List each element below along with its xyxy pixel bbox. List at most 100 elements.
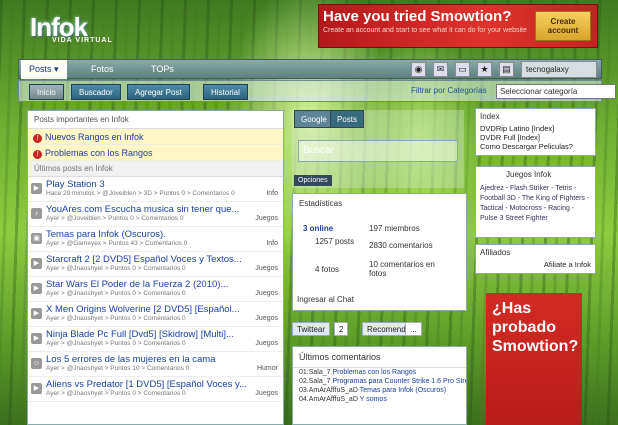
comment-post[interactable]: Temas para Infok (Oscuros) xyxy=(360,387,446,394)
search-box: Google Posts Buscar Opciones xyxy=(292,110,464,188)
nav-inicio-button[interactable]: Inicio xyxy=(29,84,64,100)
search-tab-google[interactable]: Google xyxy=(294,110,334,128)
games-list[interactable]: Ajedrez - Flash Striker - Tetris - Footb… xyxy=(476,182,595,226)
comments-header: Últimos comentarios xyxy=(293,347,466,368)
comment-item[interactable]: 02.Sala_7 Programas para Counter Strike … xyxy=(293,377,466,386)
post-row[interactable]: ▣ Temas para Infok (Oscuros). Ayer > @Game… xyxy=(28,227,283,252)
smowtion-banner[interactable]: Have you tried Smowtion? Create an accou… xyxy=(318,4,598,48)
tab-posts[interactable]: Posts ▾ xyxy=(21,60,67,79)
post-row[interactable]: ▶ X Men Origins Wolverine [2 DVD5] [Españ… xyxy=(28,302,283,327)
post-meta: Ayer > @Jnaoshyet > Puntos 0 > Comentari… xyxy=(46,290,186,297)
tab-tops[interactable]: TOPs xyxy=(143,60,182,79)
post-meta: Ayer > @Jnaoshyet > Puntos 0 > Comentari… xyxy=(46,390,186,397)
search-tab-posts[interactable]: Posts xyxy=(330,110,365,128)
important-post[interactable]: ! Problemas con los Rangos xyxy=(28,145,283,161)
post-title[interactable]: Los 5 errores de las mujeres en la cama xyxy=(46,354,279,365)
post-title[interactable]: Starcraft 2 [2 DVD5] Español Voces y Tex… xyxy=(46,254,279,265)
posts-panel: Posts importantes en Infok ! Nuevos Rango… xyxy=(27,110,284,425)
important-post[interactable]: ! Nuevos Rangos en Infok xyxy=(28,129,283,145)
twitter-button[interactable]: Twittear xyxy=(292,322,331,336)
post-list: ▶ Play Station 3 Hace 29 minutos > @Joveib… xyxy=(28,177,283,402)
category-icon: ▶ xyxy=(31,283,42,294)
comment-user: 04.AmArAfffuS_aD xyxy=(299,396,358,403)
comment-user: 02.Sala_7 xyxy=(299,378,331,385)
category-icon: ▣ xyxy=(31,233,42,244)
comment-post[interactable]: Problemas con los Rangos xyxy=(332,369,416,376)
stat-online[interactable]: 3 online xyxy=(303,224,333,233)
search-input[interactable]: Buscar xyxy=(298,140,458,162)
post-title[interactable]: Temas para Infok (Oscuros). xyxy=(46,229,279,240)
search-options-button[interactable]: Opciones xyxy=(294,175,332,186)
index-link[interactable]: DVDR Full [Index] xyxy=(476,133,595,142)
eye-icon[interactable]: ◉ xyxy=(411,62,426,77)
stats-panel: Estadísticas 3 online 197 miembros 1257 … xyxy=(292,193,467,311)
affiliate-link[interactable]: Afiliate a Infok xyxy=(476,260,595,269)
post-title[interactable]: YouAres.com Escucha musica sin tener que… xyxy=(46,204,279,215)
user-menu[interactable]: tecnogalaxy xyxy=(521,61,597,78)
category-icon: ▶ xyxy=(31,383,42,394)
mail-icon[interactable]: ✉ xyxy=(433,62,448,77)
post-category: Info xyxy=(266,190,278,197)
index-title: Index xyxy=(480,112,500,121)
comment-item[interactable]: 01.Sala_7 Problemas con los Rangos xyxy=(293,368,466,377)
tab-fotos[interactable]: Fotos xyxy=(83,60,122,79)
comment-post[interactable]: Y somos xyxy=(360,396,387,403)
top-tab-bar: Posts ▾ Fotos TOPs ◉ ✉ ▭ ★ ▤ tecnogalaxy xyxy=(18,59,602,79)
post-meta: Ayer > @Jnaoshyet > Puntos 10 > Comentar… xyxy=(46,365,190,372)
category-select[interactable]: Seleccionar categoría xyxy=(496,84,616,99)
create-account-button[interactable]: Create account xyxy=(535,11,591,41)
category-icon: ▶ xyxy=(31,183,42,194)
document-icon[interactable]: ▤ xyxy=(499,62,514,77)
index-link[interactable]: Como Descargar Peliculas? xyxy=(476,142,595,151)
nav-bar: Inicio Buscador Agregar Post Historial F… xyxy=(18,80,616,102)
smowtion-ad[interactable]: ¿Has probado Smowtion? xyxy=(486,293,582,425)
post-title[interactable]: Star Wars El Poder de la Fuerza 2 (2010)… xyxy=(46,279,279,290)
post-title[interactable]: Aliens vs Predator [1 DVD5] [Español Voc… xyxy=(46,379,279,390)
post-title[interactable]: Play Station 3 xyxy=(46,179,279,190)
stats-header: Estadísticas xyxy=(299,199,343,208)
comment-item[interactable]: 03.AmArAfffuS_aD Temas para Infok (Oscur… xyxy=(293,386,466,395)
filter-categories-link[interactable]: Filtrar por Categorías xyxy=(411,86,487,95)
nav-agregar-post-button[interactable]: Agregar Post xyxy=(127,84,190,100)
nav-buscador-button[interactable]: Buscador xyxy=(71,84,121,100)
post-category: Info xyxy=(266,240,278,247)
twitter-count: 2 xyxy=(334,322,349,336)
comment-item[interactable]: 04.AmArAfffuS_aD Y somos xyxy=(293,395,466,404)
post-title[interactable]: Ninja Blade Pc Full [Dvd5] [Skidrow] [Mu… xyxy=(46,329,279,340)
post-category: Juegos xyxy=(255,265,278,272)
important-posts-header: Posts importantes en Infok xyxy=(28,111,283,129)
category-icon: ▶ xyxy=(31,308,42,319)
comment-list: 01.Sala_7 Problemas con los Rangos 02.Sal… xyxy=(293,368,466,404)
post-row[interactable]: ▶ Ninja Blade Pc Full [Dvd5] [Skidrow] [M… xyxy=(28,327,283,352)
stat-photo-comments: 10 comentarios en fotos xyxy=(369,260,435,278)
chevron-down-icon: ▾ xyxy=(54,64,59,74)
category-icon: ▶ xyxy=(31,258,42,269)
affiliates-panel: Afiliados Afiliate a Infok xyxy=(475,244,596,274)
post-meta: Ayer > @Jnaoshyet > Puntos 0 > Comentari… xyxy=(46,340,186,347)
post-row[interactable]: ♪ YouAres.com Escucha musica sin tener qu… xyxy=(28,202,283,227)
post-meta: Ayer > @Jnaoshyet > Puntos 0 > Comentari… xyxy=(46,265,186,272)
recent-posts-header: Últimos posts en Infok xyxy=(28,161,283,177)
monitor-icon[interactable]: ▭ xyxy=(455,62,470,77)
comment-post[interactable]: Programas para Counter Strike 1.6 Pro St… xyxy=(332,378,466,385)
post-row[interactable]: ▶ Aliens vs Predator [1 DVD5] [Español Vo… xyxy=(28,377,283,402)
post-meta: Hace 29 minutos > @Joveiblen > 3D > Punt… xyxy=(46,190,235,197)
star-icon[interactable]: ★ xyxy=(477,62,492,77)
index-link[interactable]: DVDRip Latino [Index] xyxy=(476,124,595,133)
post-meta: Ayer > @Jnaoshyet > Puntos 0 > Comentari… xyxy=(46,315,186,322)
nav-historial-button[interactable]: Historial xyxy=(203,84,248,100)
post-row[interactable]: ▶ Play Station 3 Hace 29 minutos > @Joveib… xyxy=(28,177,283,202)
post-category: Juegos xyxy=(255,290,278,297)
post-row[interactable]: ▶ Star Wars El Poder de la Fuerza 2 (2010… xyxy=(28,277,283,302)
index-panel: Index DVDRip Latino [Index] DVDR Full [I… xyxy=(475,108,596,156)
chat-link[interactable]: Ingresar al Chat xyxy=(297,295,354,304)
post-row[interactable]: ☺ Los 5 errores de las mujeres en la cama… xyxy=(28,352,283,377)
warning-icon: ! xyxy=(33,134,42,143)
post-category: Juegos xyxy=(255,390,278,397)
facebook-count: ... xyxy=(405,322,422,336)
comment-user: 03.AmArAfffuS_aD xyxy=(299,387,358,394)
warning-icon: ! xyxy=(33,150,42,159)
comments-panel: Últimos comentarios 01.Sala_7 Problemas … xyxy=(292,346,467,425)
post-title[interactable]: X Men Origins Wolverine [2 DVD5] [Españo… xyxy=(46,304,279,315)
post-row[interactable]: ▶ Starcraft 2 [2 DVD5] Español Voces y Te… xyxy=(28,252,283,277)
